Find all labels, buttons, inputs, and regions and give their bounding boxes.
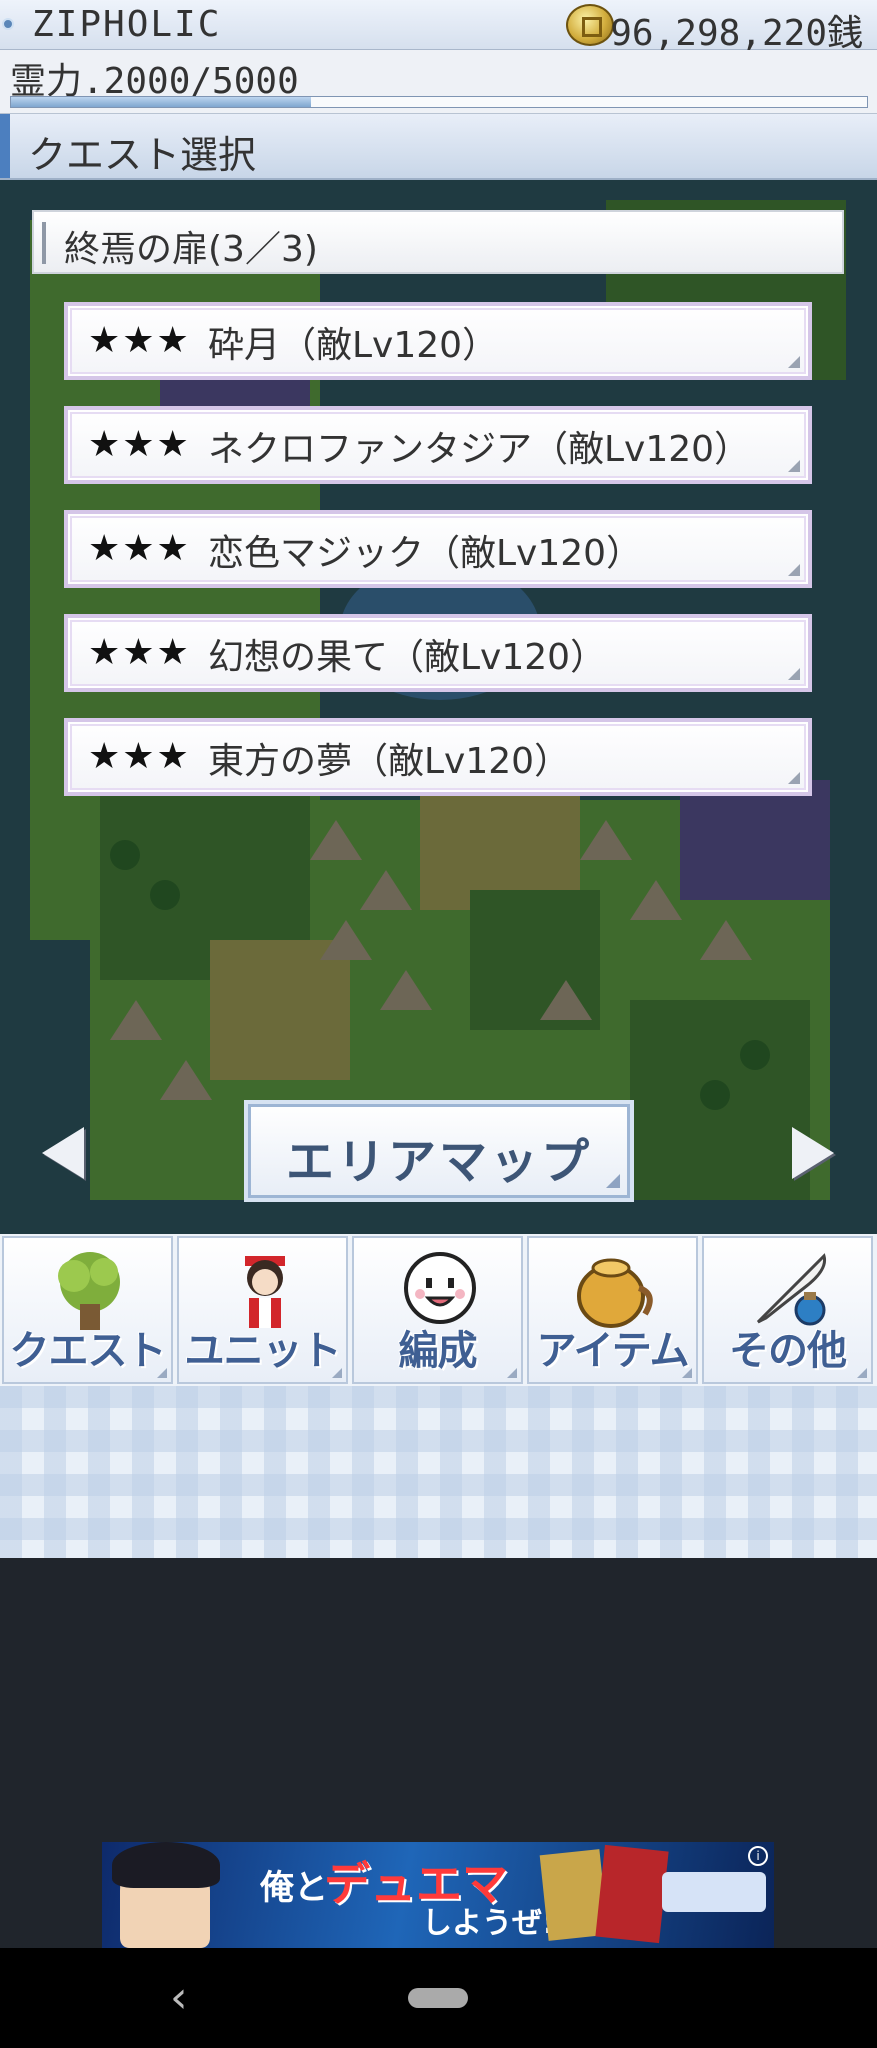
ad-banner[interactable]: 俺と デュエマ しようぜ! i [102,1842,774,1948]
map-hill [630,880,682,920]
menu-label: 編成 [398,1328,478,1374]
button-corner-icon [507,1368,517,1378]
ad-card-image [595,1844,669,1944]
quest-group-title: 終焉の扉(3／3) [64,229,318,270]
field-map: 終焉の扉(3／3) ★★★ 砕月（敵Lv120） ★★★ ネクロファンタジア（敵… [0,180,877,1234]
menu-label: ユニット [184,1328,342,1374]
menu-label: その他 [729,1328,847,1374]
section-header: クエスト選択 [0,114,877,180]
quest-item[interactable]: ★★★ 砕月（敵Lv120） [64,302,812,380]
quest-name: 砕月（敵Lv120） [208,325,499,366]
menu-button-formation[interactable]: 編成 [352,1236,523,1384]
menu-button-item[interactable]: アイテム [527,1236,698,1384]
back-icon[interactable]: ‹ [170,1972,188,2023]
button-corner-icon [788,564,800,576]
quest-name: 東方の夢（敵Lv120） [208,741,571,782]
coin-icon [566,4,614,46]
map-terrain [680,780,830,900]
map-hill [380,970,432,1010]
home-pill-icon[interactable] [408,1988,468,2008]
app-name: ZIPHOLIC [32,4,222,45]
button-corner-icon [788,772,800,784]
prev-area-arrow-icon[interactable] [42,1127,84,1179]
top-status-bar: ZIPHOLIC 96,298,220銭 [0,0,877,54]
ad-info-icon[interactable]: i [748,1846,768,1866]
difficulty-stars-icon: ★★★ [88,528,191,569]
map-hill [360,870,412,910]
button-corner-icon [606,1174,620,1188]
map-hill [320,920,372,960]
menu-button-unit[interactable]: ユニット [177,1236,348,1384]
difficulty-stars-icon: ★★★ [88,424,191,465]
button-corner-icon [788,460,800,472]
quest-item[interactable]: ★★★ 恋色マジック（敵Lv120） [64,510,812,588]
quest-item[interactable]: ★★★ 東方の夢（敵Lv120） [64,718,812,796]
map-terrain [210,940,350,1080]
spirit-gauge [10,96,868,108]
button-corner-icon [857,1368,867,1378]
quest-item[interactable]: ★★★ ネクロファンタジア（敵Lv120） [64,406,812,484]
ad-text-1: 俺と [260,1868,328,1908]
map-tree [110,840,140,870]
map-hill [110,1000,162,1040]
spirit-panel: 霊力.2000/5000 [0,50,877,114]
status-dot-icon [2,18,14,30]
ad-text-3: しようぜ! [422,1906,556,1941]
quest-name: ネクロファンタジア（敵Lv120） [208,429,751,470]
menu-button-quest[interactable]: クエスト [2,1236,173,1384]
spirit-gauge-fill [11,97,311,107]
quest-group-header-bar [42,222,46,264]
map-hill [580,820,632,860]
main-menu: クエスト ユニット 編成 アイテム その他 [0,1234,877,1386]
ad-character-hair [112,1842,220,1888]
money-amount: 96,298,220銭 [610,13,863,54]
button-corner-icon [157,1368,167,1378]
quest-name: 恋色マジック（敵Lv120） [208,533,643,574]
quest-group-header: 終焉の扉(3／3) [32,210,844,274]
section-accent-bar [0,114,10,178]
map-hill [700,920,752,960]
map-hill [160,1060,212,1100]
map-hill [310,820,362,860]
map-tree [700,1080,730,1110]
difficulty-stars-icon: ★★★ [88,632,191,673]
button-corner-icon [788,356,800,368]
difficulty-stars-icon: ★★★ [88,736,191,777]
map-tree [740,1040,770,1070]
menu-label: アイテム [536,1328,690,1374]
system-navigation-bar: ‹ [0,1948,877,2048]
button-corner-icon [788,668,800,680]
button-corner-icon [682,1368,692,1378]
map-hill [540,980,592,1020]
button-corner-icon [332,1368,342,1378]
map-tree [150,880,180,910]
area-map-button[interactable]: エリアマップ [244,1100,634,1202]
menu-label: クエスト [9,1328,167,1374]
quest-name: 幻想の果て（敵Lv120） [208,637,607,678]
menu-button-other[interactable]: その他 [702,1236,873,1384]
page-title: クエスト選択 [28,133,257,177]
ad-logo [662,1872,766,1912]
quest-item[interactable]: ★★★ 幻想の果て（敵Lv120） [64,614,812,692]
menu-background-pattern [0,1386,877,1558]
next-area-arrow-icon[interactable] [792,1127,834,1179]
difficulty-stars-icon: ★★★ [88,320,191,361]
area-map-label: エリアマップ [285,1134,592,1190]
